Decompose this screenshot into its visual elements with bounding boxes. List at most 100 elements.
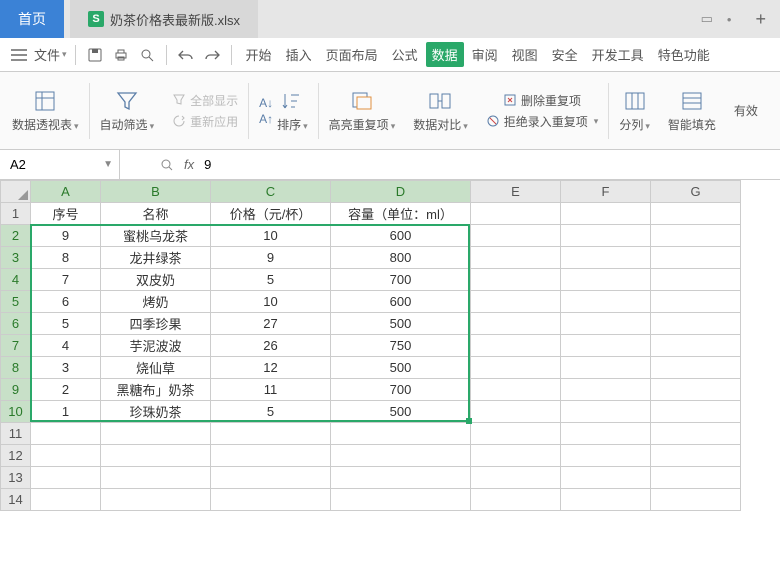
cell[interactable]	[561, 445, 651, 467]
menu-item-4[interactable]: 数据	[426, 42, 464, 67]
cell[interactable]	[561, 401, 651, 423]
formula-input[interactable]	[204, 157, 504, 172]
cell[interactable]	[561, 291, 651, 313]
cell[interactable]: 烧仙草	[101, 357, 211, 379]
dot-icon[interactable]: •	[727, 12, 732, 27]
cell[interactable]	[471, 423, 561, 445]
row-header[interactable]: 1	[1, 203, 31, 225]
cell[interactable]	[31, 489, 101, 511]
window-icon[interactable]: ▭	[701, 11, 713, 27]
cell[interactable]	[101, 467, 211, 489]
cell[interactable]	[211, 445, 331, 467]
cell[interactable]: 27	[211, 313, 331, 335]
cell[interactable]	[561, 247, 651, 269]
cell[interactable]	[651, 467, 741, 489]
pivot-table-button[interactable]: 数据透视表	[4, 72, 87, 149]
document-tab[interactable]: S 奶茶价格表最新版.xlsx	[70, 0, 258, 38]
cell[interactable]: 500	[331, 313, 471, 335]
cell[interactable]: 750	[331, 335, 471, 357]
menu-item-5[interactable]: 审阅	[466, 42, 504, 67]
row-header[interactable]: 13	[1, 467, 31, 489]
row-header[interactable]: 14	[1, 489, 31, 511]
cell[interactable]	[331, 445, 471, 467]
cell[interactable]: 26	[211, 335, 331, 357]
row-header[interactable]: 6	[1, 313, 31, 335]
column-header[interactable]: G	[651, 181, 741, 203]
cell[interactable]: 600	[331, 291, 471, 313]
cell[interactable]: 3	[31, 357, 101, 379]
cell[interactable]: 10	[211, 225, 331, 247]
cell[interactable]	[651, 269, 741, 291]
cell[interactable]	[651, 401, 741, 423]
cell[interactable]: 4	[31, 335, 101, 357]
cell[interactable]	[331, 423, 471, 445]
cell[interactable]: 黑糖布」奶茶	[101, 379, 211, 401]
cell[interactable]: 5	[31, 313, 101, 335]
text-to-columns-button[interactable]: 分列	[611, 72, 658, 149]
autofilter-button[interactable]: 自动筛选	[92, 72, 163, 149]
menu-item-7[interactable]: 安全	[546, 42, 584, 67]
cell[interactable]: 2	[31, 379, 101, 401]
name-box-input[interactable]	[10, 157, 90, 172]
cell[interactable]	[651, 313, 741, 335]
column-header[interactable]: E	[471, 181, 561, 203]
cell[interactable]	[651, 379, 741, 401]
cell[interactable]	[561, 489, 651, 511]
cell[interactable]	[31, 467, 101, 489]
cell[interactable]	[651, 489, 741, 511]
cell[interactable]	[471, 357, 561, 379]
row-header[interactable]: 7	[1, 335, 31, 357]
row-header[interactable]: 11	[1, 423, 31, 445]
row-header[interactable]: 3	[1, 247, 31, 269]
redo-icon[interactable]	[201, 44, 223, 66]
cell[interactable]: 龙井绿茶	[101, 247, 211, 269]
cell[interactable]	[331, 467, 471, 489]
cell[interactable]	[651, 203, 741, 225]
cell[interactable]: 5	[211, 401, 331, 423]
column-header[interactable]: C	[211, 181, 331, 203]
cell[interactable]: 11	[211, 379, 331, 401]
cell[interactable]	[471, 401, 561, 423]
save-icon[interactable]	[84, 44, 106, 66]
row-header[interactable]: 12	[1, 445, 31, 467]
cell[interactable]	[471, 379, 561, 401]
cell[interactable]	[561, 357, 651, 379]
fx-icon[interactable]: fx	[184, 157, 194, 172]
cell[interactable]	[211, 489, 331, 511]
cell[interactable]: 序号	[31, 203, 101, 225]
cell[interactable]	[561, 225, 651, 247]
print-icon[interactable]	[110, 44, 132, 66]
cell[interactable]	[31, 423, 101, 445]
cell[interactable]: 7	[31, 269, 101, 291]
validity-button[interactable]: 有效	[726, 72, 766, 149]
name-box[interactable]: ▼	[0, 150, 120, 179]
row-header[interactable]: 9	[1, 379, 31, 401]
menu-item-6[interactable]: 视图	[506, 42, 544, 67]
smart-fill-button[interactable]: 智能填充	[660, 72, 724, 149]
cell[interactable]	[471, 225, 561, 247]
cell[interactable]	[471, 445, 561, 467]
cell[interactable]: 5	[211, 269, 331, 291]
show-all-button[interactable]: 全部显示	[172, 92, 238, 109]
cell[interactable]: 800	[331, 247, 471, 269]
row-header[interactable]: 10	[1, 401, 31, 423]
cell[interactable]: 双皮奶	[101, 269, 211, 291]
cell[interactable]	[101, 489, 211, 511]
cell[interactable]	[331, 489, 471, 511]
cell[interactable]	[211, 423, 331, 445]
cell[interactable]	[651, 335, 741, 357]
cell[interactable]: 蜜桃乌龙茶	[101, 225, 211, 247]
menu-item-2[interactable]: 页面布局	[320, 42, 384, 67]
cell[interactable]	[651, 445, 741, 467]
cell[interactable]: 9	[211, 247, 331, 269]
cell[interactable]: 烤奶	[101, 291, 211, 313]
cell[interactable]	[471, 313, 561, 335]
menu-item-8[interactable]: 开发工具	[586, 42, 650, 67]
remove-dup-button[interactable]: 删除重复项	[503, 92, 581, 109]
row-header[interactable]: 8	[1, 357, 31, 379]
cell[interactable]: 12	[211, 357, 331, 379]
column-header[interactable]: B	[101, 181, 211, 203]
cell[interactable]	[471, 247, 561, 269]
cell[interactable]	[471, 291, 561, 313]
menu-item-0[interactable]: 开始	[240, 42, 278, 67]
